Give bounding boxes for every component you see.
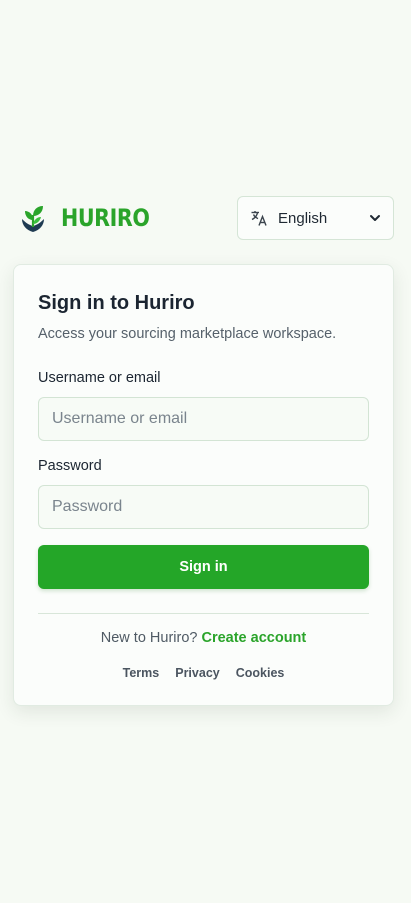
card-subtitle: Access your sourcing marketplace workspa… [38, 326, 337, 342]
login-page: HURIRO English Sign in to Huriro Access … [0, 0, 411, 903]
footer-link-privacy[interactable]: Privacy [175, 666, 219, 680]
language-select[interactable]: English [237, 196, 394, 240]
signup-prompt: New to Huriro? Create account [14, 630, 393, 646]
translate-icon [250, 209, 268, 227]
leaf-sprout-icon [13, 198, 53, 238]
signin-card: Sign in to Huriro Access your sourcing m… [13, 264, 394, 706]
signin-button[interactable]: Sign in [38, 545, 369, 589]
language-selected-label: English [278, 209, 328, 227]
chevron-down-icon [369, 212, 381, 224]
footer-link-terms[interactable]: Terms [123, 666, 160, 680]
username-input[interactable] [38, 397, 369, 441]
brand[interactable]: HURIRO [13, 196, 164, 240]
divider [38, 613, 369, 614]
password-label: Password [38, 458, 102, 474]
brand-name: HURIRO [61, 204, 150, 232]
create-account-link[interactable]: Create account [201, 630, 306, 646]
footer-link-cookies[interactable]: Cookies [236, 666, 285, 680]
username-label: Username or email [38, 370, 161, 386]
top-bar: HURIRO English [13, 196, 394, 240]
signup-prompt-text: New to Huriro? [100, 630, 198, 646]
card-title: Sign in to Huriro [38, 292, 195, 314]
password-input[interactable] [38, 485, 369, 529]
footer-links: Terms Privacy Cookies [14, 666, 393, 680]
